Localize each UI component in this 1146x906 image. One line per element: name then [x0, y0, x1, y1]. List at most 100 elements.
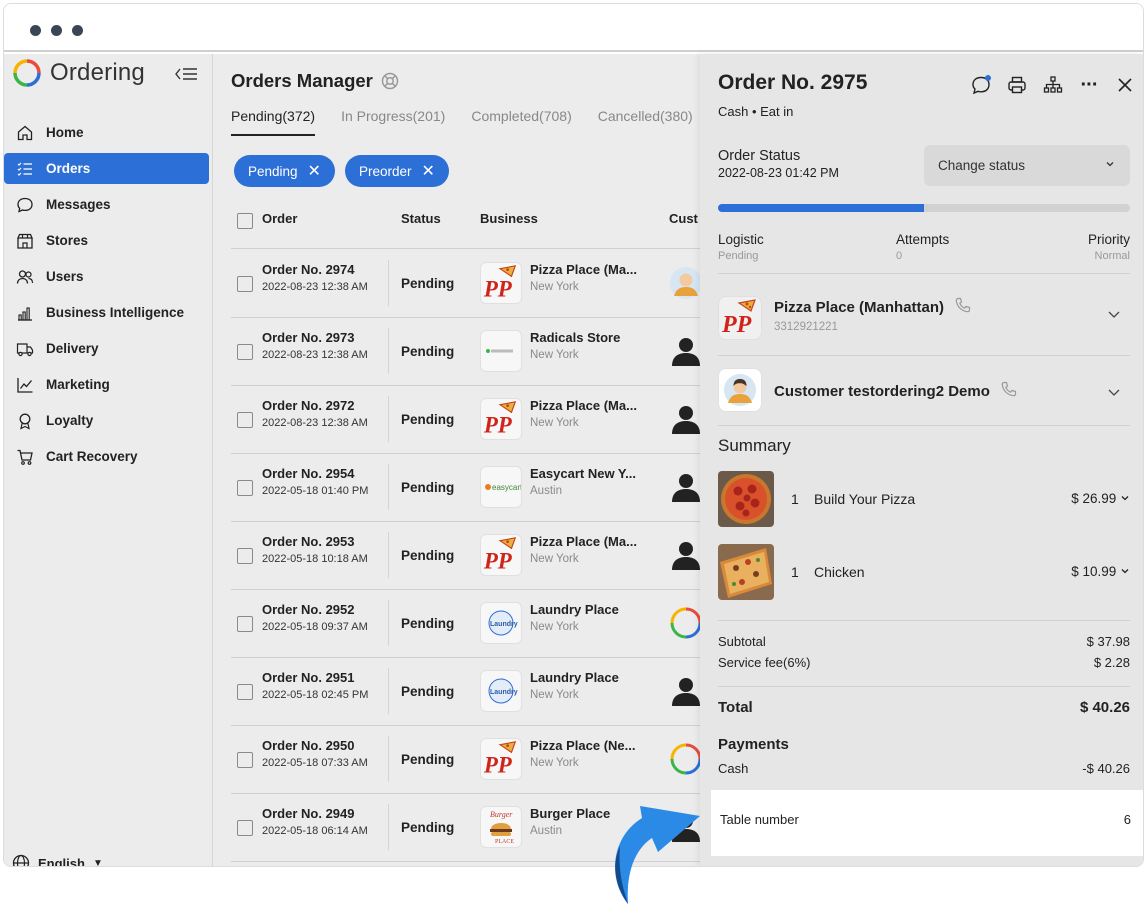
table-row[interactable]: Order No. 2973 2022-08-23 12:38 AM Pending… — [214, 318, 706, 386]
sidebar-item-label: Cart Recovery — [46, 449, 138, 464]
tab-pending[interactable]: Pending(372) — [231, 108, 316, 136]
product-row[interactable]: 1 Build Your Pizza $ 26.99 — [718, 471, 1130, 529]
order-status-label: Order Status — [718, 148, 801, 164]
tab-in-progress[interactable]: In Progress(201) — [341, 108, 445, 136]
product-price[interactable]: $ 10.99 — [1071, 564, 1130, 579]
table-row[interactable]: Order No. 2974 2022-08-23 12:38 AM Pending… — [214, 250, 706, 318]
order-date: 2022-05-18 09:37 AM — [262, 621, 368, 633]
business-city: Austin — [530, 485, 562, 497]
table-row[interactable]: Order No. 2953 2022-05-18 10:18 AM Pending… — [214, 522, 706, 590]
order-date: 2022-05-18 01:40 PM — [262, 485, 369, 497]
sidebar: Ordering Home Orders Messages Stores Users Bu… — [4, 54, 213, 866]
sidebar-item-business-intelligence[interactable]: Business Intelligence — [4, 297, 209, 328]
status-tabs: Pending(372) In Progress(201) Completed(… — [231, 108, 693, 136]
business-name: Laundry Place — [530, 670, 619, 685]
print-icon[interactable] — [1006, 74, 1028, 96]
window-dot-1[interactable] — [30, 25, 41, 36]
window-dot-2[interactable] — [51, 25, 62, 36]
customer-row[interactable]: Customer testordering2 Demo — [718, 366, 1130, 422]
sidebar-item-orders[interactable]: Orders — [4, 153, 209, 184]
sidebar-item-stores[interactable]: Stores — [4, 225, 209, 256]
close-icon[interactable]: ✕ — [422, 161, 435, 181]
row-checkbox[interactable] — [237, 548, 253, 564]
language-selector[interactable]: English ▼ — [12, 854, 103, 866]
row-checkbox[interactable] — [237, 616, 253, 632]
order-date: 2022-08-23 12:38 AM — [262, 281, 368, 293]
home-icon — [14, 122, 36, 144]
table-row[interactable]: Order No. 2950 2022-05-18 07:33 AM Pending… — [214, 726, 706, 794]
summary-heading: Summary — [718, 436, 791, 455]
sidebar-item-messages[interactable]: Messages — [4, 189, 209, 220]
business-name: Easycart New Y... — [530, 466, 636, 481]
svg-text:PP: PP — [483, 548, 513, 573]
row-checkbox[interactable] — [237, 344, 253, 360]
business-city: New York — [530, 281, 579, 293]
sidebar-item-cart-recovery[interactable]: Cart Recovery — [4, 441, 209, 472]
lifebuoy-icon[interactable] — [381, 72, 399, 90]
order-status: Pending — [401, 752, 455, 767]
column-customer[interactable]: Cust — [669, 211, 698, 226]
table-number-highlight: Table number 6 — [711, 790, 1143, 856]
svg-text:PLACE: PLACE — [495, 839, 514, 845]
svg-text:Burger: Burger — [490, 810, 513, 819]
collapse-sidebar-icon[interactable] — [174, 66, 198, 87]
change-status-dropdown[interactable]: Change status — [924, 145, 1130, 186]
sidebar-item-home[interactable]: Home — [4, 117, 209, 148]
sidebar-item-users[interactable]: Users — [4, 261, 209, 292]
svg-text:Laundry: Laundry — [490, 689, 518, 696]
row-checkbox[interactable] — [237, 752, 253, 768]
tab-completed[interactable]: Completed(708) — [471, 108, 571, 136]
column-status[interactable]: Status — [401, 211, 441, 226]
column-business[interactable]: Business — [480, 211, 538, 226]
business-name: Burger Place — [530, 806, 611, 821]
table-row[interactable]: Order No. 2951 2022-05-18 02:45 PM Pending… — [214, 658, 706, 726]
svg-text:easycart: easycart — [492, 483, 521, 492]
filter-chip-preorder[interactable]: Preorder ✕ — [345, 155, 449, 187]
table-row[interactable]: Order No. 2952 2022-05-18 09:37 AM Pending… — [214, 590, 706, 658]
sidebar-item-label: Business Intelligence — [46, 305, 185, 320]
brand[interactable]: Ordering — [12, 56, 145, 90]
product-price[interactable]: $ 26.99 — [1071, 491, 1130, 506]
order-date: 2022-08-23 12:38 AM — [262, 417, 368, 429]
business-logo: Laundry — [480, 670, 522, 712]
product-row[interactable]: 1 Chicken $ 10.99 — [718, 544, 1130, 602]
sidebar-item-marketing[interactable]: Marketing — [4, 369, 209, 400]
sitemap-icon[interactable] — [1042, 74, 1064, 96]
row-checkbox[interactable] — [237, 276, 253, 292]
table-row[interactable]: Order No. 2972 2022-08-23 12:38 AM Pending… — [214, 386, 706, 454]
table-row[interactable]: Order No. 2954 2022-05-18 01:40 PM Pending… — [214, 454, 706, 522]
more-options-icon[interactable]: ··· — [1078, 74, 1100, 96]
close-icon[interactable] — [1114, 74, 1136, 96]
divider — [718, 273, 1130, 274]
business-name: Pizza Place (Ma... — [530, 534, 637, 549]
phone-icon[interactable] — [1000, 380, 1018, 402]
select-all-checkbox[interactable] — [237, 213, 253, 229]
line-chart-icon — [14, 374, 36, 396]
business-city: New York — [530, 349, 579, 361]
business-row[interactable]: PP Pizza Place (Manhattan) 3312921221 — [718, 290, 1130, 346]
row-checkbox[interactable] — [237, 684, 253, 700]
payment-amount: -$ 40.26 — [1082, 761, 1130, 776]
chevron-down-icon[interactable] — [1106, 384, 1122, 405]
divider — [718, 425, 1130, 426]
row-checkbox[interactable] — [237, 412, 253, 428]
tab-cancelled[interactable]: Cancelled(380) — [598, 108, 693, 136]
sidebar-item-delivery[interactable]: Delivery — [4, 333, 209, 364]
chevron-down-icon[interactable] — [1106, 306, 1122, 327]
window-dot-3[interactable] — [72, 25, 83, 36]
filter-chip-pending[interactable]: Pending ✕ — [234, 155, 335, 187]
sidebar-item-loyalty[interactable]: Loyalty — [4, 405, 209, 436]
order-number: Order No. 2954 — [262, 466, 355, 481]
cart-icon — [14, 446, 36, 468]
chat-icon[interactable] — [970, 74, 992, 96]
cell-divider — [388, 668, 389, 714]
row-checkbox[interactable] — [237, 480, 253, 496]
phone-icon[interactable] — [954, 296, 972, 318]
business-logo: PP — [480, 738, 522, 780]
row-checkbox[interactable] — [237, 820, 253, 836]
close-icon[interactable]: ✕ — [308, 161, 321, 181]
customer-avatar — [669, 674, 703, 708]
cell-divider — [388, 600, 389, 646]
column-order[interactable]: Order — [262, 211, 297, 226]
store-icon — [14, 230, 36, 252]
